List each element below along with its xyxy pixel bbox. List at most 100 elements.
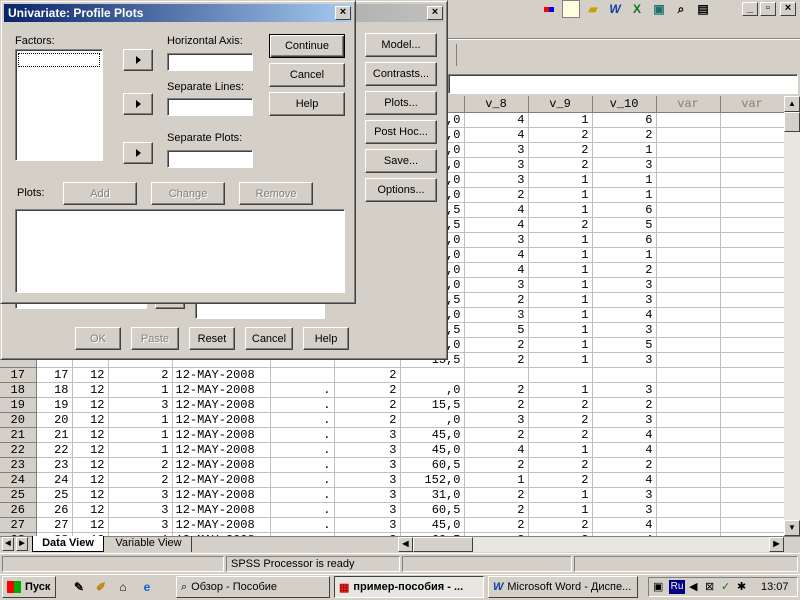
data-cell[interactable]: 12: [72, 412, 109, 428]
data-cell[interactable]: [656, 442, 721, 458]
data-cell[interactable]: [656, 472, 721, 488]
data-cell[interactable]: 1: [528, 487, 593, 503]
cancel-button[interactable]: Cancel: [269, 63, 345, 87]
data-cell[interactable]: .: [270, 442, 335, 458]
data-cell[interactable]: 12: [72, 457, 109, 473]
scroll-thumb[interactable]: [784, 112, 800, 132]
data-cell[interactable]: 1: [528, 382, 593, 398]
search-document-icon[interactable]: ⌕: [672, 0, 690, 18]
data-cell[interactable]: [720, 442, 785, 458]
data-cell[interactable]: 1: [528, 262, 593, 278]
data-cell[interactable]: [720, 337, 785, 353]
main-minimize-button[interactable]: _: [742, 2, 758, 16]
data-cell[interactable]: 2: [592, 262, 657, 278]
data-cell[interactable]: 1: [528, 322, 593, 338]
data-cell[interactable]: 3: [592, 277, 657, 293]
data-cell[interactable]: 4: [592, 517, 657, 533]
ok-button[interactable]: OK: [75, 327, 121, 350]
data-cell[interactable]: 3: [464, 232, 529, 248]
separate-lines-arrow-button[interactable]: [123, 93, 153, 115]
data-cell[interactable]: 3: [334, 517, 401, 533]
data-cell[interactable]: [720, 382, 785, 398]
language-indicator[interactable]: Ru: [669, 580, 685, 594]
data-cell[interactable]: ,0: [400, 412, 465, 428]
data-cell[interactable]: 15,5: [400, 397, 465, 413]
data-cell[interactable]: 1: [108, 412, 173, 428]
data-cell[interactable]: [656, 307, 721, 323]
data-cell[interactable]: 1: [592, 142, 657, 158]
data-cell[interactable]: 2: [528, 457, 593, 473]
data-cell[interactable]: 2: [528, 412, 593, 428]
data-cell[interactable]: 2: [528, 127, 593, 143]
data-cell[interactable]: 5: [464, 322, 529, 338]
hscroll-left-button[interactable]: ◀: [398, 537, 413, 552]
data-cell[interactable]: 45,0: [400, 517, 465, 533]
data-cell[interactable]: 2: [464, 457, 529, 473]
data-cell[interactable]: 2: [528, 157, 593, 173]
data-cell[interactable]: 12: [72, 517, 109, 533]
data-cell[interactable]: [720, 247, 785, 263]
data-cell[interactable]: .: [270, 412, 335, 428]
data-cell[interactable]: 23: [36, 457, 73, 473]
parent-help-button[interactable]: Help: [303, 327, 349, 350]
data-cell[interactable]: 6: [592, 232, 657, 248]
data-cell[interactable]: [656, 397, 721, 413]
row-header[interactable]: 19: [0, 397, 37, 413]
data-cell[interactable]: 2: [592, 397, 657, 413]
row-header[interactable]: 22: [0, 442, 37, 458]
data-cell[interactable]: 1: [528, 292, 593, 308]
data-cell[interactable]: [720, 277, 785, 293]
data-cell[interactable]: 2: [528, 517, 593, 533]
data-cell[interactable]: 1: [528, 112, 593, 128]
volume-icon[interactable]: ◀: [689, 580, 697, 593]
data-cell[interactable]: 17: [36, 367, 73, 383]
factors-list[interactable]: [15, 49, 103, 161]
separate-plots-arrow-button[interactable]: [123, 142, 153, 164]
separate-lines-field[interactable]: [167, 98, 253, 116]
data-cell[interactable]: 12-MAY-2008: [172, 382, 271, 398]
taskbar-item-explorer[interactable]: ⌕ Обзор - Пособие: [176, 576, 330, 598]
data-cell[interactable]: [720, 262, 785, 278]
data-cell[interactable]: 12: [72, 382, 109, 398]
data-cell[interactable]: 4: [592, 472, 657, 488]
data-cell[interactable]: 3: [334, 502, 401, 518]
data-cell[interactable]: 3: [592, 352, 657, 368]
data-cell[interactable]: .: [270, 517, 335, 533]
data-cell[interactable]: 60,5: [400, 457, 465, 473]
row-header[interactable]: 27: [0, 517, 37, 533]
data-cell[interactable]: 2: [334, 412, 401, 428]
data-cell[interactable]: 2: [108, 367, 173, 383]
data-cell[interactable]: 2: [528, 397, 593, 413]
data-cell[interactable]: 12: [72, 472, 109, 488]
taskbar-item-spss[interactable]: ▦ пример-пособия - ...: [334, 576, 484, 598]
column-header[interactable]: v_9: [528, 96, 593, 113]
data-cell[interactable]: [656, 412, 721, 428]
save-button[interactable]: Save...: [365, 149, 437, 173]
data-cell[interactable]: 12: [72, 427, 109, 443]
data-cell[interactable]: 12-MAY-2008: [172, 367, 271, 383]
data-cell[interactable]: [270, 367, 335, 383]
data-cell[interactable]: 3: [592, 292, 657, 308]
data-cell[interactable]: 21: [36, 427, 73, 443]
quicklaunch-desktop-icon[interactable]: ⌂: [114, 578, 132, 596]
tab-scroll-last[interactable]: ▶: [16, 537, 28, 551]
tab-data-view[interactable]: Data View: [32, 536, 104, 552]
data-cell[interactable]: 2: [464, 502, 529, 518]
data-cell[interactable]: [720, 172, 785, 188]
row-header[interactable]: 18: [0, 382, 37, 398]
factors-list-focus-item[interactable]: [18, 53, 100, 67]
data-cell[interactable]: [720, 127, 785, 143]
data-cell[interactable]: 1: [528, 232, 593, 248]
clock[interactable]: 13:07: [761, 581, 789, 593]
data-cell[interactable]: .: [270, 457, 335, 473]
data-cell[interactable]: 2: [334, 382, 401, 398]
data-cell[interactable]: [656, 292, 721, 308]
data-cell[interactable]: [720, 472, 785, 488]
data-cell[interactable]: 3: [592, 157, 657, 173]
data-cell[interactable]: 3: [334, 487, 401, 503]
data-cell[interactable]: [720, 487, 785, 503]
data-cell[interactable]: 45,0: [400, 442, 465, 458]
network-icon[interactable]: ⊠: [705, 580, 714, 593]
profile-plots-titlebar[interactable]: Univariate: Profile Plots: [4, 4, 352, 22]
data-cell[interactable]: 1: [528, 502, 593, 518]
